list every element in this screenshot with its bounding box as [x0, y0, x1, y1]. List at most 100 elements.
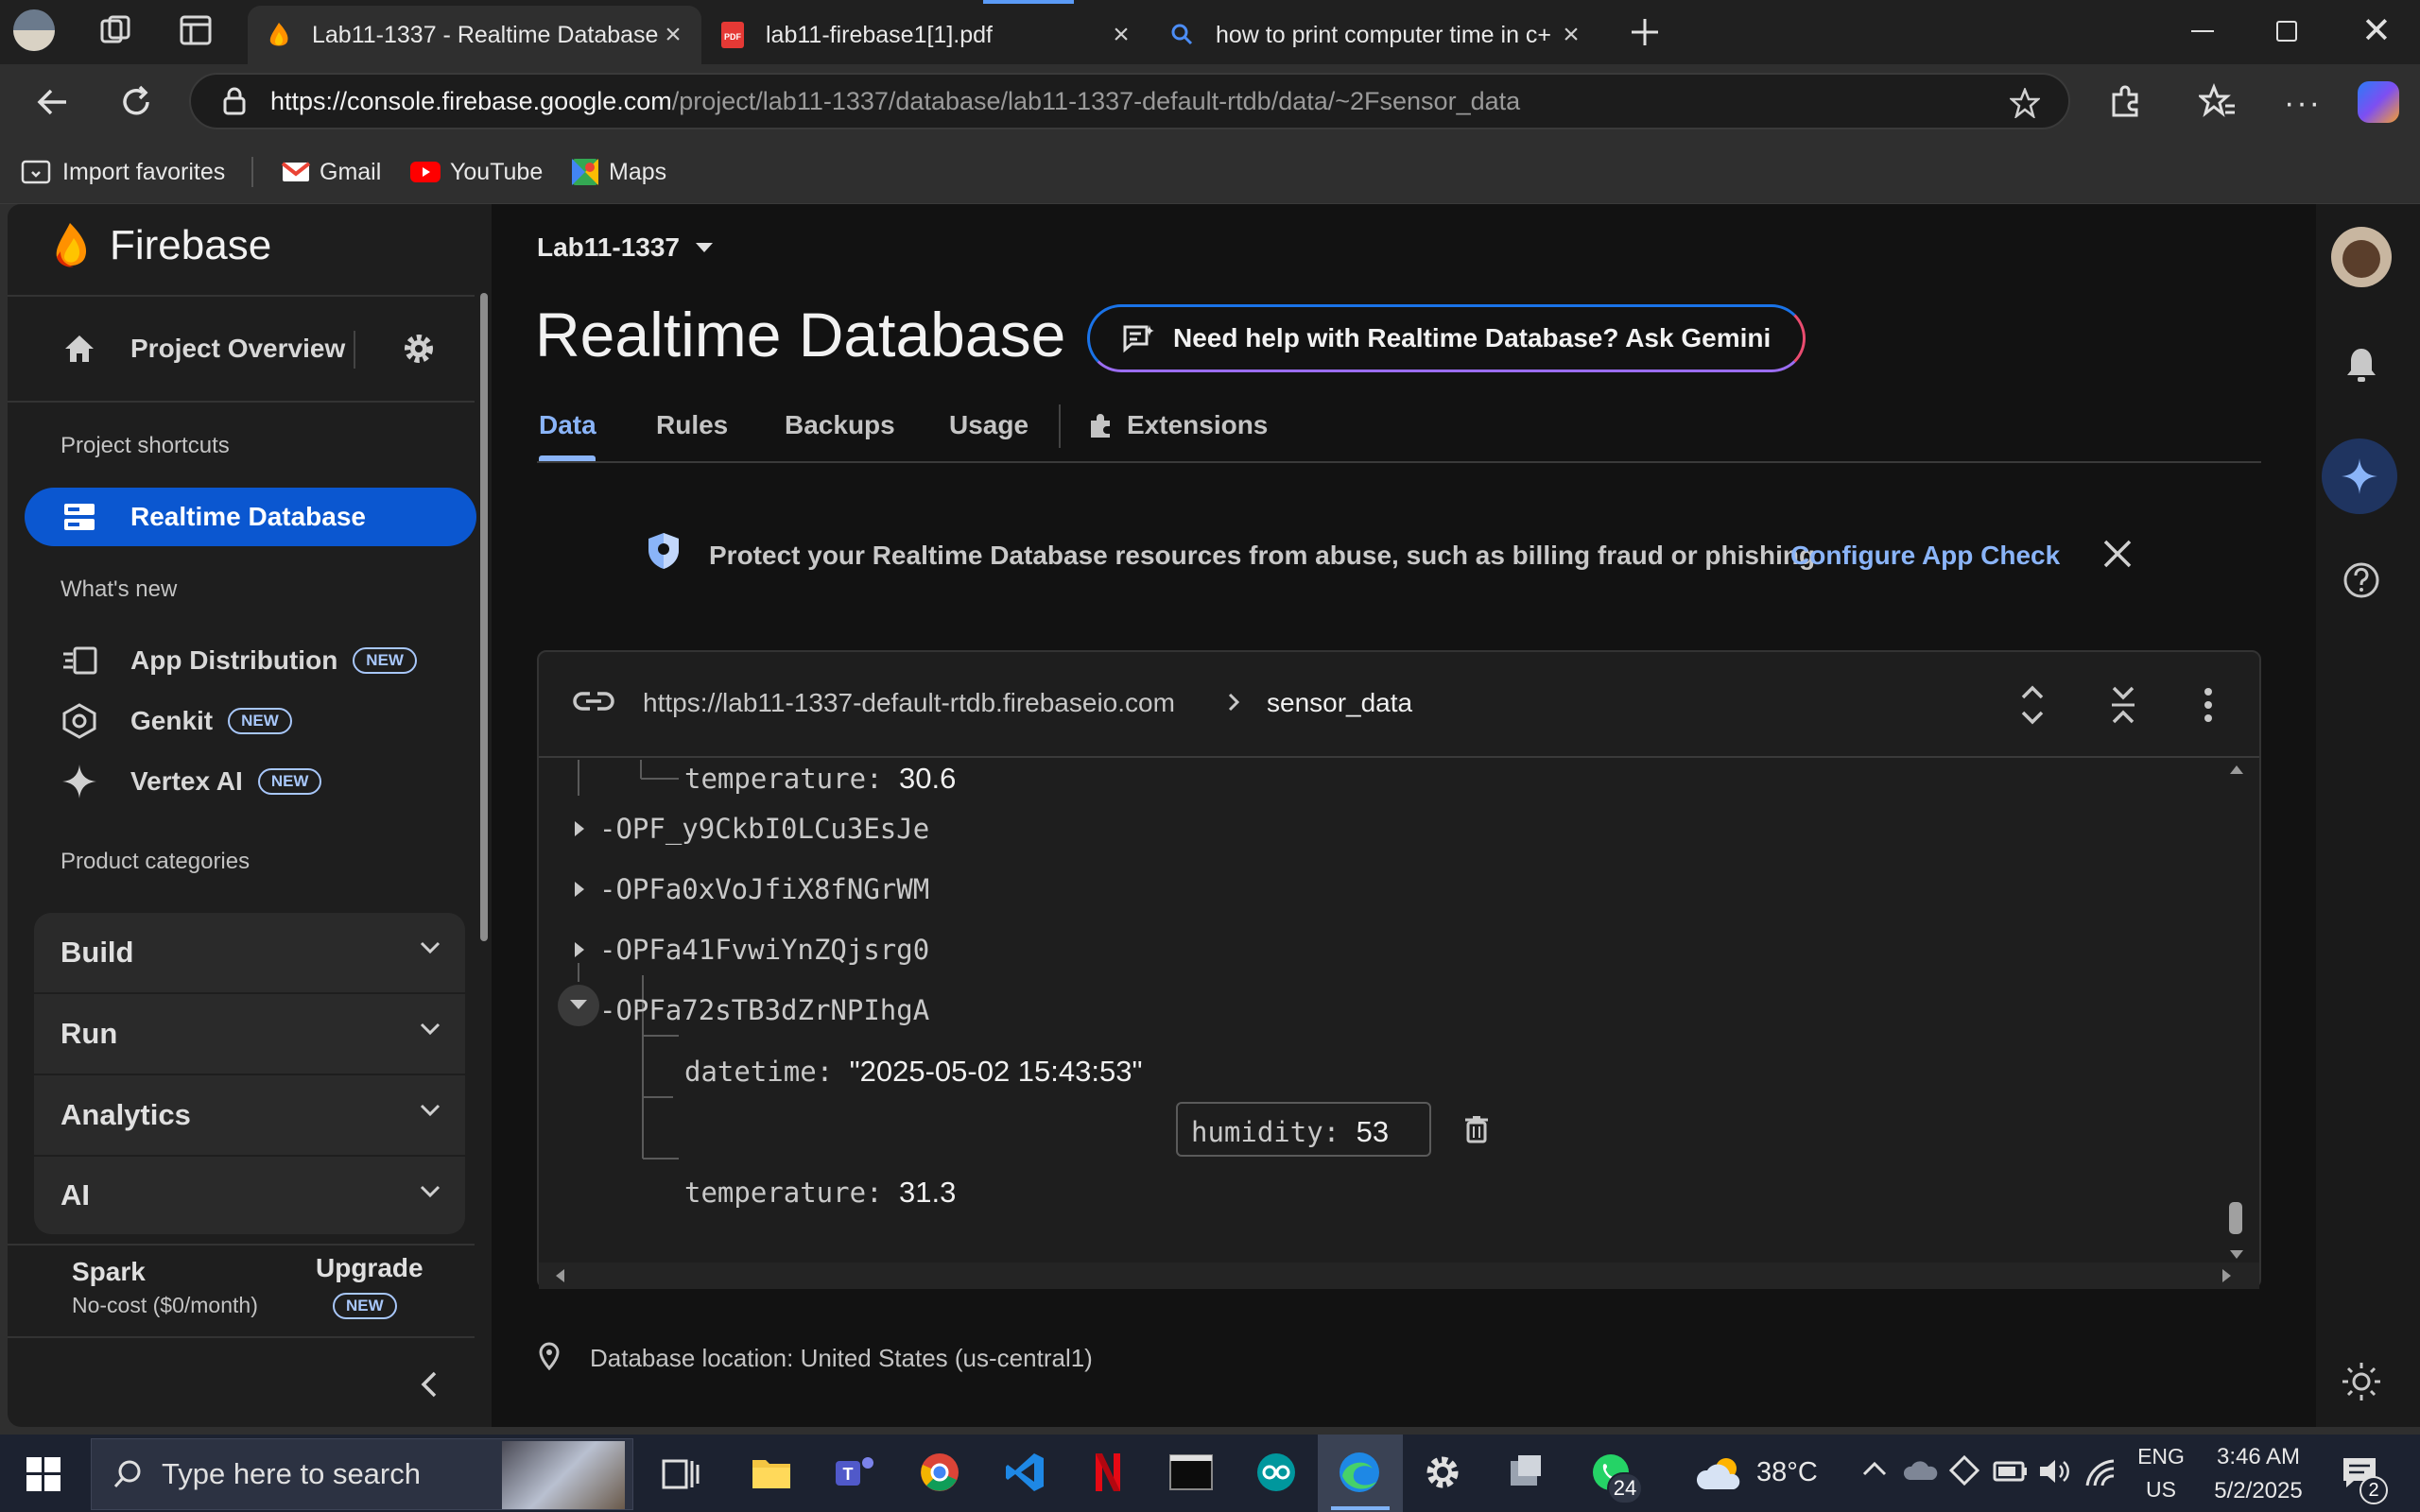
category-ai[interactable]: AI: [34, 1157, 465, 1234]
firebase-brand[interactable]: Firebase: [53, 221, 271, 270]
copilot-icon[interactable]: [2358, 81, 2399, 123]
onedrive-icon[interactable]: [1904, 1457, 1938, 1482]
windows-start-icon[interactable]: [26, 1457, 60, 1491]
collapse-sidebar-icon[interactable]: [420, 1370, 439, 1399]
nav-vertex-ai[interactable]: Vertex AI NEW: [25, 752, 476, 811]
language-indicator[interactable]: ENG US: [2135, 1444, 2187, 1503]
teams-icon[interactable]: T: [826, 1446, 883, 1499]
profile-avatar[interactable]: [13, 9, 55, 51]
scroll-left-icon[interactable]: [554, 1268, 565, 1283]
tree-leaf[interactable]: temperature: 31.3: [684, 1176, 956, 1210]
scroll-down-icon[interactable]: [2229, 1249, 2244, 1261]
volume-icon[interactable]: [2038, 1457, 2072, 1486]
tree-node[interactable]: -OPFa0xVoJfiX8fNGrWM: [599, 873, 929, 905]
more-menu-icon[interactable]: ···: [2284, 85, 2322, 122]
task-view-icon[interactable]: [662, 1455, 700, 1493]
settings-icon[interactable]: [1414, 1446, 1471, 1499]
show-hidden-icons[interactable]: [1862, 1461, 1887, 1476]
close-window-icon[interactable]: ✕: [2361, 13, 2392, 49]
theme-toggle-icon[interactable]: [2341, 1361, 2382, 1402]
restore-icon[interactable]: [2276, 21, 2297, 42]
favorites-icon[interactable]: [2199, 83, 2237, 121]
category-analytics[interactable]: Analytics: [34, 1075, 465, 1155]
expand-all-icon[interactable]: [2019, 682, 2046, 728]
extensions-icon[interactable]: [2106, 83, 2144, 121]
arduino-icon[interactable]: [1248, 1446, 1305, 1499]
nav-realtime-database[interactable]: Realtime Database: [25, 488, 476, 546]
close-tab-icon[interactable]: ×: [1108, 21, 1134, 49]
import-favorites[interactable]: Import favorites: [21, 155, 225, 189]
collapse-all-icon[interactable]: [2110, 682, 2136, 728]
terminal-icon[interactable]: [1163, 1446, 1219, 1499]
favorite-star-icon[interactable]: [2010, 88, 2040, 118]
tree-leaf[interactable]: humidity: 53: [1191, 1115, 1389, 1149]
nav-genkit[interactable]: Genkit NEW: [25, 692, 476, 750]
close-tab-icon[interactable]: ×: [1558, 21, 1584, 49]
tab-realtime-database[interactable]: Lab11-1337 - Realtime Database ×: [248, 6, 701, 64]
gemini-sparkle-button[interactable]: [2322, 438, 2397, 514]
tree-node[interactable]: -OPF_y9CkbI0LCu3EsJe: [599, 813, 929, 845]
weather-icon[interactable]: [1694, 1455, 1745, 1493]
settings-gear-icon[interactable]: [401, 331, 437, 367]
vertical-scroll-thumb[interactable]: [2229, 1202, 2242, 1234]
upgrade-button[interactable]: Upgrade: [316, 1253, 424, 1283]
ask-gemini-button[interactable]: Need help with Realtime Database? Ask Ge…: [1087, 304, 1806, 372]
tree-node-expanded[interactable]: -OPFa72sTB3dZrNPIhgA: [599, 994, 929, 1026]
tab-extensions[interactable]: Extensions: [1087, 410, 1268, 440]
close-banner-icon[interactable]: [2100, 537, 2135, 571]
db-root-url[interactable]: https://lab11-1337-default-rtdb.firebase…: [643, 688, 1175, 718]
workspaces-icon[interactable]: [98, 13, 132, 47]
scroll-right-icon[interactable]: [2221, 1268, 2233, 1283]
link-icon[interactable]: [573, 690, 614, 713]
tab-pdf[interactable]: PDF lab11-firebase1[1].pdf ×: [701, 6, 1150, 64]
help-icon[interactable]: [2342, 561, 2380, 599]
file-explorer-icon[interactable]: [743, 1446, 800, 1499]
close-tab-icon[interactable]: ×: [660, 21, 686, 49]
whats-new-heading: What's new: [60, 576, 178, 602]
notifications-bell-icon[interactable]: [2344, 346, 2378, 384]
netflix-icon[interactable]: [1080, 1446, 1136, 1499]
battery-icon[interactable]: [1993, 1457, 2029, 1484]
chrome-icon[interactable]: [911, 1446, 968, 1499]
refresh-icon[interactable]: [117, 83, 155, 121]
vscode-icon[interactable]: [996, 1446, 1053, 1499]
tab-data[interactable]: Data: [539, 410, 596, 440]
wifi-icon[interactable]: [2085, 1459, 2118, 1487]
tab-search[interactable]: how to print computer time in c+ ×: [1151, 6, 1599, 64]
expand-arrow-icon[interactable]: [573, 941, 586, 958]
project-overview[interactable]: Project Overview: [25, 319, 346, 378]
configure-app-check-link[interactable]: Configure App Check: [1790, 541, 2060, 571]
more-options-icon[interactable]: [2203, 686, 2214, 724]
edge-icon[interactable]: [1331, 1446, 1388, 1499]
maps-link[interactable]: Maps: [571, 155, 666, 189]
clock[interactable]: 3:46 AM 5/2/2025: [2203, 1444, 2314, 1504]
sidebar-scrollbar[interactable]: [480, 293, 488, 941]
category-build[interactable]: Build: [34, 913, 465, 992]
expand-arrow-icon[interactable]: [573, 881, 586, 898]
tray-network-drive-icon[interactable]: [1949, 1455, 1979, 1486]
nav-app-distribution[interactable]: App Distribution NEW: [25, 631, 476, 690]
gmail-link[interactable]: Gmail: [282, 155, 381, 189]
delete-trash-icon[interactable]: [1463, 1115, 1490, 1143]
tree-leaf[interactable]: datetime: "2025-05-02 15:43:53": [684, 1055, 1142, 1089]
tree-node[interactable]: -OPFa41FvwiYnZQjsrg0: [599, 934, 929, 966]
youtube-link[interactable]: YouTube: [410, 155, 543, 189]
new-tab-icon[interactable]: [1626, 13, 1664, 51]
tab-usage[interactable]: Usage: [949, 410, 1028, 440]
taskbar-search-box[interactable]: Type here to search: [91, 1438, 633, 1510]
account-avatar[interactable]: [2331, 227, 2392, 287]
expand-arrow-icon[interactable]: [573, 820, 586, 837]
horizontal-scrollbar[interactable]: [539, 1263, 2259, 1289]
tab-backups[interactable]: Backups: [785, 410, 895, 440]
back-icon[interactable]: [34, 83, 72, 121]
tab-rules[interactable]: Rules: [656, 410, 728, 440]
address-bar[interactable]: https://console.firebase.google.com/proj…: [189, 73, 2070, 129]
scroll-up-icon[interactable]: [2229, 764, 2244, 775]
tree-leaf[interactable]: temperature: 30.6: [684, 762, 956, 796]
app-installer-icon[interactable]: [1497, 1446, 1554, 1499]
project-selector[interactable]: Lab11-1337: [537, 232, 714, 263]
category-run[interactable]: Run: [34, 994, 465, 1074]
minimize-icon[interactable]: [2191, 30, 2214, 32]
vertical-tabs-icon[interactable]: [180, 15, 212, 45]
collapse-arrow-icon[interactable]: [558, 985, 599, 1026]
